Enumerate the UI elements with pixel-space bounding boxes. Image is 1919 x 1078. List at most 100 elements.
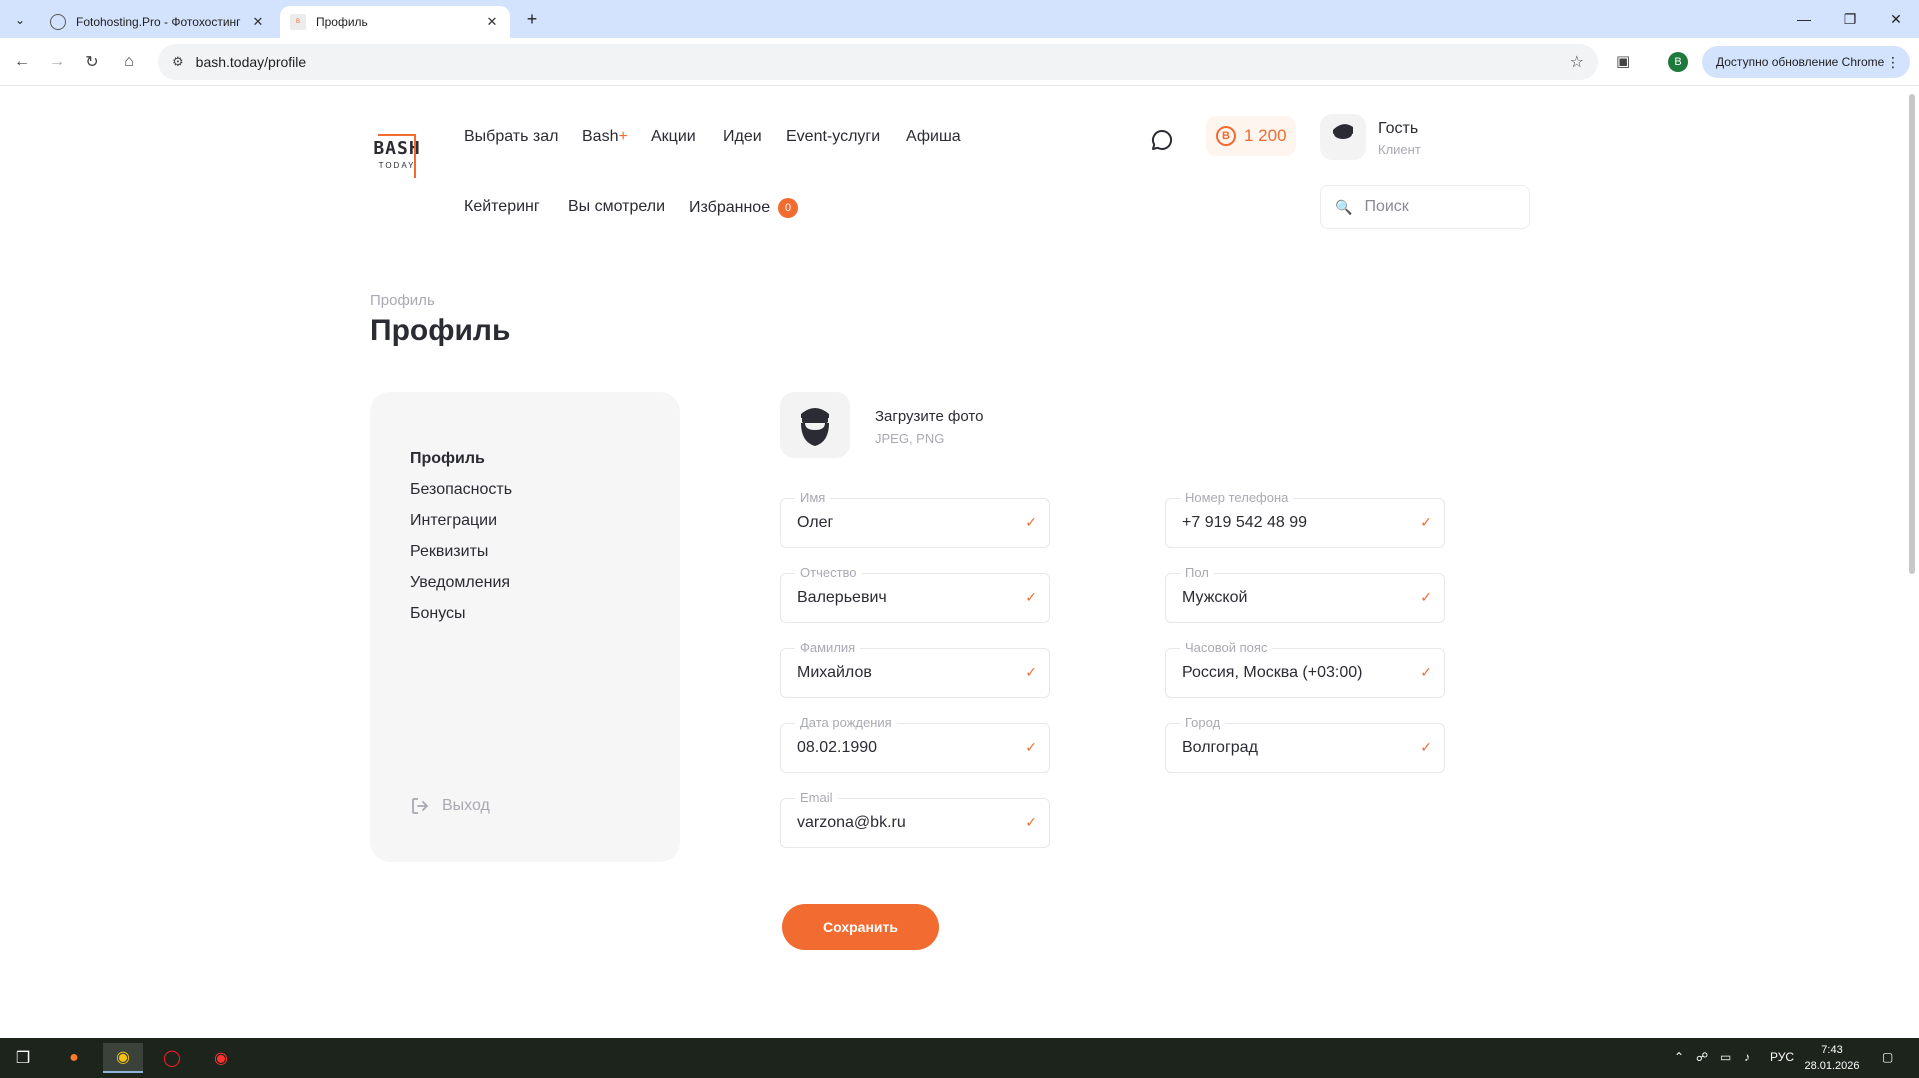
sidebar-item-notifications[interactable]: Уведомления [410, 574, 510, 592]
window-minimize-icon[interactable]: — [1781, 0, 1827, 38]
field-value[interactable]: Валерьевич [797, 589, 887, 607]
site-search[interactable]: 🔍 [1320, 185, 1530, 229]
tray-volume-icon[interactable]: ♪ [1744, 1050, 1750, 1064]
check-icon: ✓ [1420, 739, 1432, 755]
favorites-count-badge: 0 [778, 198, 799, 218]
windows-start-icon[interactable]: ❒ [3, 1043, 43, 1073]
field-value[interactable]: varzona@bk.ru [797, 814, 906, 832]
notifications-icon[interactable]: ▢ [1882, 1050, 1893, 1064]
page-scrollbar[interactable] [1909, 94, 1915, 574]
field-label: Отчество [795, 565, 862, 581]
back-arrow-icon[interactable]: ← [10, 50, 34, 74]
field-value[interactable]: Волгоград [1182, 739, 1258, 757]
browser-toolbar: ← → ↻ ⌂ ⚙ bash.today/profile ☆ ▣ B Досту… [0, 38, 1919, 86]
sidebar-item-integrations[interactable]: Интеграции [410, 512, 497, 530]
first-name-field[interactable]: Имя Олег ✓ [780, 490, 1050, 548]
forward-arrow-icon[interactable]: → [45, 50, 69, 74]
field-value[interactable]: Олег [797, 514, 833, 532]
sidebar-item-profile[interactable]: Профиль [410, 450, 485, 468]
breadcrumb[interactable]: Профиль [370, 292, 435, 309]
tab-title: Профиль [316, 15, 368, 29]
field-value[interactable]: Мужской [1182, 589, 1247, 607]
photo-upload-avatar[interactable] [780, 392, 850, 458]
nav-event-services[interactable]: Event-услуги [786, 128, 880, 146]
gender-field[interactable]: Пол Мужской ✓ [1165, 565, 1445, 623]
bash-today-logo[interactable]: BASH TODAY [370, 128, 424, 182]
field-label: Email [795, 790, 838, 806]
tray-chevron-icon[interactable]: ⌃ [1674, 1050, 1684, 1064]
bookmark-star-icon[interactable]: ☆ [1570, 52, 1584, 72]
firefox-icon[interactable]: ● [54, 1043, 94, 1073]
sidebar-item-bonuses[interactable]: Бонусы [410, 605, 466, 623]
browser-tab-profile[interactable]: B Профиль ✕ [280, 6, 510, 38]
browser-tab-fotohosting[interactable]: Fotohosting.Pro - Фотохостинг ✕ [40, 6, 276, 38]
chrome-update-button[interactable]: Доступно обновление Chrome ⋮ [1702, 46, 1910, 78]
nav-afisha[interactable]: Афиша [906, 128, 961, 146]
nav-favorites[interactable]: Избранное 0 [689, 198, 799, 218]
window-restore-icon[interactable]: ❐ [1827, 0, 1873, 38]
tab-search-chevron-icon[interactable]: ⌄ [8, 8, 32, 32]
field-value[interactable]: Михайлов [797, 664, 872, 682]
field-label: Номер телефона [1180, 490, 1294, 506]
tray-network-icon[interactable]: ☍ [1696, 1050, 1708, 1064]
tab-title: Fotohosting.Pro - Фотохостинг [76, 15, 241, 29]
photo-upload-title[interactable]: Загрузите фото [875, 408, 983, 425]
tab-close-icon[interactable]: ✕ [484, 14, 500, 30]
field-label: Имя [795, 490, 831, 506]
patronymic-field[interactable]: Отчество Валерьевич ✓ [780, 565, 1050, 623]
field-value[interactable]: Россия, Москва (+03:00) [1182, 664, 1362, 682]
opera-icon[interactable]: ◯ [152, 1043, 192, 1073]
bonus-amount: 1 200 [1244, 126, 1287, 145]
user-avatar[interactable] [1320, 114, 1366, 160]
kebab-menu-icon[interactable]: ⋮ [1886, 54, 1900, 71]
chat-bubble-icon[interactable] [1150, 128, 1174, 152]
nav-choose-hall[interactable]: Выбрать зал [464, 128, 558, 146]
extensions-puzzle-icon[interactable]: ▣ [1616, 52, 1630, 70]
field-label: Фамилия [795, 640, 861, 656]
check-icon: ✓ [1025, 664, 1037, 680]
nav-catering[interactable]: Кейтеринг [464, 198, 540, 216]
check-icon: ✓ [1025, 514, 1037, 530]
taskbar-clock[interactable]: 7:43 28.01.2026 [1802, 1042, 1862, 1074]
address-url[interactable]: bash.today/profile [196, 54, 307, 70]
profile-sidebar: Профиль Безопасность Интеграции Реквизит… [370, 392, 680, 862]
birth-date-field[interactable]: Дата рождения 08.02.1990 ✓ [780, 715, 1050, 773]
user-name[interactable]: Гость [1378, 120, 1418, 138]
nav-bash-plus[interactable]: Bash+ [582, 128, 628, 146]
sidebar-item-security[interactable]: Безопасность [410, 481, 512, 499]
new-tab-plus-icon[interactable]: + [520, 8, 544, 32]
nav-viewed[interactable]: Вы смотрели [568, 198, 665, 216]
nav-promotions[interactable]: Акции [651, 128, 696, 146]
address-bar[interactable]: ⚙ bash.today/profile ☆ [158, 44, 1598, 80]
tray-display-icon[interactable]: ▭ [1720, 1050, 1731, 1064]
bonus-balance[interactable]: B 1 200 [1206, 116, 1296, 156]
tab-close-icon[interactable]: ✕ [250, 14, 266, 30]
nav-ideas[interactable]: Идеи [723, 128, 762, 146]
tray-language[interactable]: РУС [1770, 1050, 1794, 1064]
site-settings-icon[interactable]: ⚙ [172, 54, 184, 70]
check-icon: ✓ [1025, 589, 1037, 605]
search-input[interactable] [1364, 198, 1515, 216]
field-label: Дата рождения [795, 715, 897, 731]
reload-icon[interactable]: ↻ [80, 50, 104, 74]
browser-profile-avatar[interactable]: B [1668, 52, 1688, 72]
nav-bash-plus-mark: + [618, 128, 628, 145]
chrome-icon[interactable]: ◉ [103, 1043, 143, 1073]
timezone-field[interactable]: Часовой пояс Россия, Москва (+03:00) ✓ [1165, 640, 1445, 698]
clock-date: 28.01.2026 [1804, 1060, 1860, 1072]
bearded-avatar-icon [801, 408, 829, 446]
last-name-field[interactable]: Фамилия Михайлов ✓ [780, 640, 1050, 698]
home-icon[interactable]: ⌂ [117, 50, 141, 74]
field-label: Часовой пояс [1180, 640, 1273, 656]
save-button[interactable]: Сохранить [782, 904, 939, 950]
sidebar-item-requisites[interactable]: Реквизиты [410, 543, 488, 561]
field-value[interactable]: 08.02.1990 [797, 739, 877, 757]
photo-upload-hint: JPEG, PNG [875, 431, 945, 446]
field-value[interactable]: +7 919 542 48 99 [1182, 514, 1307, 532]
city-field[interactable]: Город Волгоград ✓ [1165, 715, 1445, 773]
yandex-browser-icon[interactable]: ◉ [201, 1043, 241, 1073]
email-field[interactable]: Email varzona@bk.ru ✓ [780, 790, 1050, 848]
phone-field[interactable]: Номер телефона +7 919 542 48 99 ✓ [1165, 490, 1445, 548]
logout-button[interactable]: Выход [410, 796, 490, 816]
window-close-icon[interactable]: ✕ [1873, 0, 1919, 38]
